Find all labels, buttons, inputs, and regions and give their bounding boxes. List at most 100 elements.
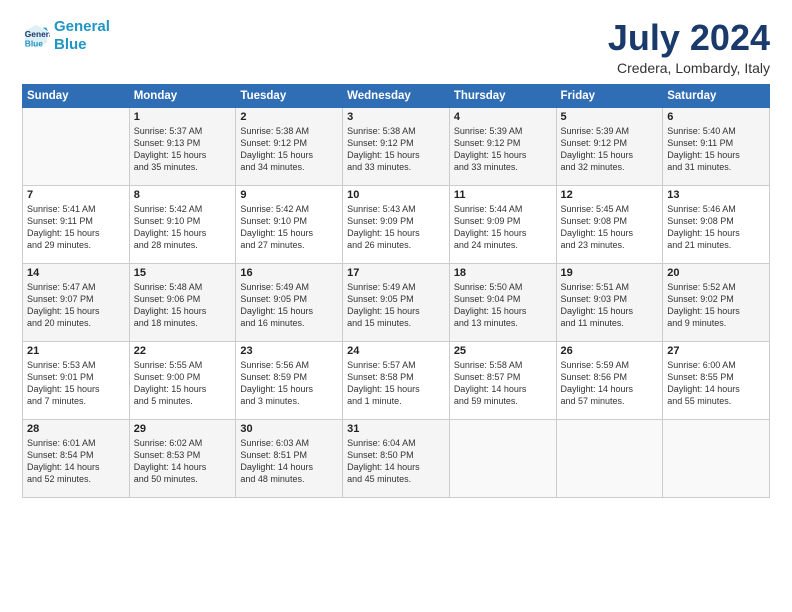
week-row-5: 28 Sunrise: 6:01 AM Sunset: 8:54 PM Dayli… <box>23 419 770 497</box>
day-info: Sunrise: 5:39 AM Sunset: 9:12 PM Dayligh… <box>561 125 659 174</box>
day-info: Sunrise: 5:49 AM Sunset: 9:05 PM Dayligh… <box>347 281 445 330</box>
day-number: 7 <box>27 189 125 201</box>
month-title: July 2024 <box>608 18 770 58</box>
day-cell: 3 Sunrise: 5:38 AM Sunset: 9:12 PM Daylig… <box>343 107 450 185</box>
day-number: 8 <box>134 189 232 201</box>
logo-general: General <box>54 18 110 35</box>
day-number: 19 <box>561 267 659 279</box>
page: General Blue General Blue July 2024 Cred… <box>0 0 792 612</box>
day-cell: 6Sunrise: 5:40 AM Sunset: 9:11 PM Daylig… <box>663 107 770 185</box>
day-info: Sunrise: 5:52 AM Sunset: 9:02 PM Dayligh… <box>667 281 765 330</box>
day-number: 29 <box>134 423 232 435</box>
day-cell: 7Sunrise: 5:41 AM Sunset: 9:11 PM Daylig… <box>23 185 130 263</box>
week-row-1: 1 Sunrise: 5:37 AM Sunset: 9:13 PM Daylig… <box>23 107 770 185</box>
col-header-monday: Monday <box>129 84 236 107</box>
day-number: 25 <box>454 345 552 357</box>
col-header-saturday: Saturday <box>663 84 770 107</box>
day-cell: 30Sunrise: 6:03 AM Sunset: 8:51 PM Dayli… <box>236 419 343 497</box>
day-info: Sunrise: 6:04 AM Sunset: 8:50 PM Dayligh… <box>347 437 445 486</box>
day-info: Sunrise: 5:42 AM Sunset: 9:10 PM Dayligh… <box>240 203 338 252</box>
day-info: Sunrise: 5:38 AM Sunset: 9:12 PM Dayligh… <box>240 125 338 174</box>
day-info: Sunrise: 5:59 AM Sunset: 8:56 PM Dayligh… <box>561 359 659 408</box>
col-header-thursday: Thursday <box>449 84 556 107</box>
day-info: Sunrise: 5:45 AM Sunset: 9:08 PM Dayligh… <box>561 203 659 252</box>
day-info: Sunrise: 5:57 AM Sunset: 8:58 PM Dayligh… <box>347 359 445 408</box>
header-row: SundayMondayTuesdayWednesdayThursdayFrid… <box>23 84 770 107</box>
day-number: 1 <box>134 111 232 123</box>
day-cell: 21 Sunrise: 5:53 AM Sunset: 9:01 PM Dayli… <box>23 341 130 419</box>
day-cell: 24 Sunrise: 5:57 AM Sunset: 8:58 PM Dayli… <box>343 341 450 419</box>
day-info: Sunrise: 5:48 AM Sunset: 9:06 PM Dayligh… <box>134 281 232 330</box>
day-info: Sunrise: 5:37 AM Sunset: 9:13 PM Dayligh… <box>134 125 232 174</box>
day-cell: 31Sunrise: 6:04 AM Sunset: 8:50 PM Dayli… <box>343 419 450 497</box>
svg-text:Blue: Blue <box>25 38 43 48</box>
day-cell: 23Sunrise: 5:56 AM Sunset: 8:59 PM Dayli… <box>236 341 343 419</box>
logo-icon: General Blue <box>22 22 50 50</box>
day-info: Sunrise: 5:39 AM Sunset: 9:12 PM Dayligh… <box>454 125 552 174</box>
day-number: 2 <box>240 111 338 123</box>
day-number: 20 <box>667 267 765 279</box>
day-info: Sunrise: 5:51 AM Sunset: 9:03 PM Dayligh… <box>561 281 659 330</box>
day-info: Sunrise: 5:40 AM Sunset: 9:11 PM Dayligh… <box>667 125 765 174</box>
calendar-table: SundayMondayTuesdayWednesdayThursdayFrid… <box>22 84 770 498</box>
day-cell: 5 Sunrise: 5:39 AM Sunset: 9:12 PM Daylig… <box>556 107 663 185</box>
title-block: July 2024 Credera, Lombardy, Italy <box>608 18 770 76</box>
logo: General Blue General Blue <box>22 18 110 54</box>
week-row-3: 14 Sunrise: 5:47 AM Sunset: 9:07 PM Dayli… <box>23 263 770 341</box>
logo-text: General Blue <box>54 18 110 54</box>
day-number: 4 <box>454 111 552 123</box>
day-info: Sunrise: 5:49 AM Sunset: 9:05 PM Dayligh… <box>240 281 338 330</box>
day-number: 28 <box>27 423 125 435</box>
day-info: Sunrise: 5:58 AM Sunset: 8:57 PM Dayligh… <box>454 359 552 408</box>
day-number: 16 <box>240 267 338 279</box>
day-number: 3 <box>347 111 445 123</box>
week-row-4: 21 Sunrise: 5:53 AM Sunset: 9:01 PM Dayli… <box>23 341 770 419</box>
day-cell: 15 Sunrise: 5:48 AM Sunset: 9:06 PM Dayli… <box>129 263 236 341</box>
day-number: 22 <box>134 345 232 357</box>
day-cell: 27Sunrise: 6:00 AM Sunset: 8:55 PM Dayli… <box>663 341 770 419</box>
day-cell: 20 Sunrise: 5:52 AM Sunset: 9:02 PM Dayli… <box>663 263 770 341</box>
day-cell <box>663 419 770 497</box>
day-cell: 29 Sunrise: 6:02 AM Sunset: 8:53 PM Dayli… <box>129 419 236 497</box>
day-cell: 17 Sunrise: 5:49 AM Sunset: 9:05 PM Dayli… <box>343 263 450 341</box>
day-number: 5 <box>561 111 659 123</box>
day-number: 18 <box>454 267 552 279</box>
day-cell <box>23 107 130 185</box>
day-cell <box>449 419 556 497</box>
day-number: 21 <box>27 345 125 357</box>
day-cell: 8 Sunrise: 5:42 AM Sunset: 9:10 PM Daylig… <box>129 185 236 263</box>
day-number: 9 <box>240 189 338 201</box>
day-info: Sunrise: 5:53 AM Sunset: 9:01 PM Dayligh… <box>27 359 125 408</box>
day-cell: 25 Sunrise: 5:58 AM Sunset: 8:57 PM Dayli… <box>449 341 556 419</box>
day-info: Sunrise: 5:42 AM Sunset: 9:10 PM Dayligh… <box>134 203 232 252</box>
day-info: Sunrise: 5:47 AM Sunset: 9:07 PM Dayligh… <box>27 281 125 330</box>
day-number: 11 <box>454 189 552 201</box>
day-number: 13 <box>667 189 765 201</box>
day-cell: 9 Sunrise: 5:42 AM Sunset: 9:10 PM Daylig… <box>236 185 343 263</box>
col-header-friday: Friday <box>556 84 663 107</box>
day-cell: 4 Sunrise: 5:39 AM Sunset: 9:12 PM Daylig… <box>449 107 556 185</box>
day-cell: 22 Sunrise: 5:55 AM Sunset: 9:00 PM Dayli… <box>129 341 236 419</box>
day-number: 23 <box>240 345 338 357</box>
day-info: Sunrise: 5:55 AM Sunset: 9:00 PM Dayligh… <box>134 359 232 408</box>
day-info: Sunrise: 6:01 AM Sunset: 8:54 PM Dayligh… <box>27 437 125 486</box>
day-number: 17 <box>347 267 445 279</box>
day-cell: 18Sunrise: 5:50 AM Sunset: 9:04 PM Dayli… <box>449 263 556 341</box>
day-number: 24 <box>347 345 445 357</box>
day-number: 14 <box>27 267 125 279</box>
location: Credera, Lombardy, Italy <box>608 60 770 76</box>
day-cell: 14 Sunrise: 5:47 AM Sunset: 9:07 PM Dayli… <box>23 263 130 341</box>
day-number: 26 <box>561 345 659 357</box>
day-cell: 1 Sunrise: 5:37 AM Sunset: 9:13 PM Daylig… <box>129 107 236 185</box>
day-cell: 13Sunrise: 5:46 AM Sunset: 9:08 PM Dayli… <box>663 185 770 263</box>
day-number: 15 <box>134 267 232 279</box>
header: General Blue General Blue July 2024 Cred… <box>22 18 770 76</box>
week-row-2: 7Sunrise: 5:41 AM Sunset: 9:11 PM Daylig… <box>23 185 770 263</box>
day-cell: 2 Sunrise: 5:38 AM Sunset: 9:12 PM Daylig… <box>236 107 343 185</box>
day-info: Sunrise: 5:38 AM Sunset: 9:12 PM Dayligh… <box>347 125 445 174</box>
day-info: Sunrise: 6:00 AM Sunset: 8:55 PM Dayligh… <box>667 359 765 408</box>
day-cell: 28 Sunrise: 6:01 AM Sunset: 8:54 PM Dayli… <box>23 419 130 497</box>
day-info: Sunrise: 5:44 AM Sunset: 9:09 PM Dayligh… <box>454 203 552 252</box>
day-info: Sunrise: 6:02 AM Sunset: 8:53 PM Dayligh… <box>134 437 232 486</box>
day-number: 30 <box>240 423 338 435</box>
